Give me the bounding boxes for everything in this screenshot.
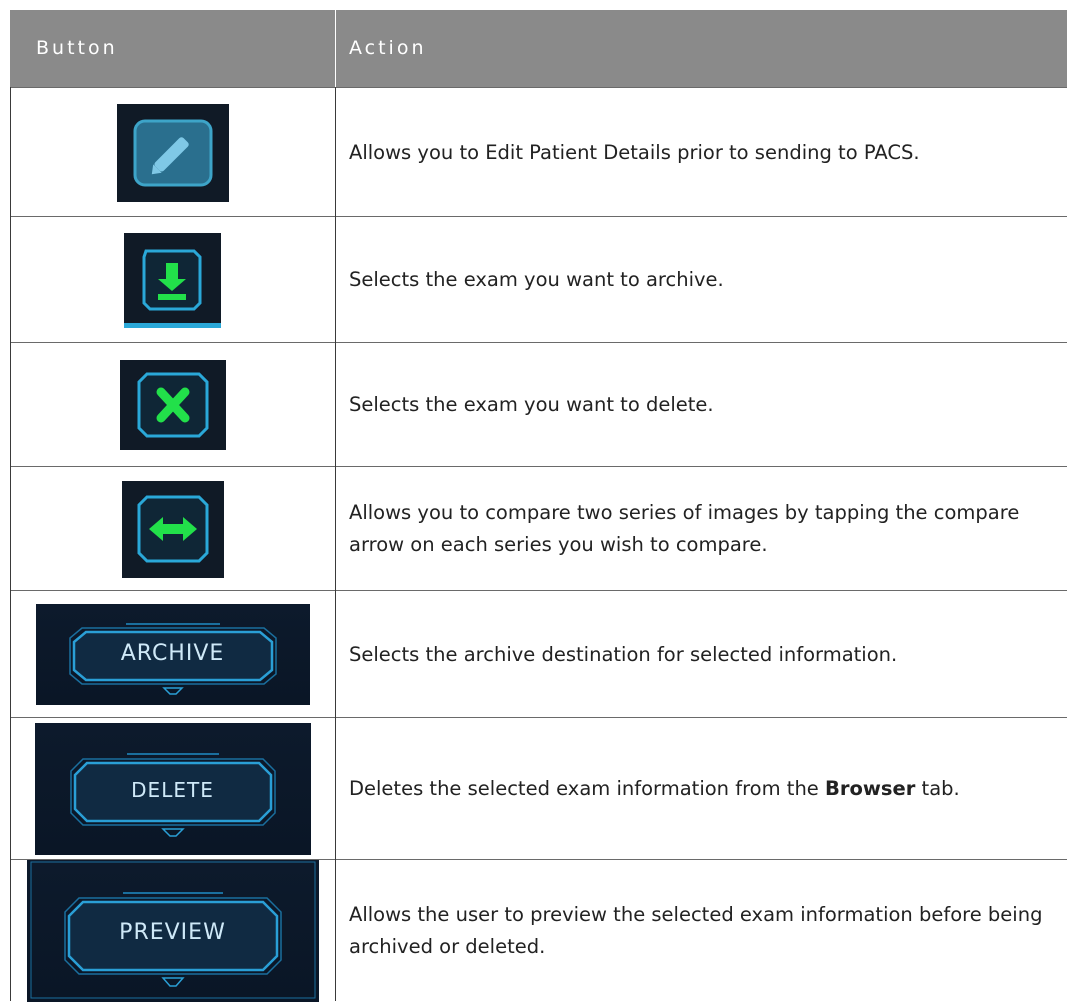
row-action-text: Selects the archive destination for sele… xyxy=(349,642,898,666)
archive-button-image: ARCHIVE xyxy=(35,604,310,705)
header-button: Button xyxy=(36,37,118,59)
row-action-text: Allows the user to preview the selected … xyxy=(349,903,1043,958)
button-cell: ARCHIVE xyxy=(10,591,335,718)
delete-button-image: DELETE xyxy=(34,723,311,855)
header-action: Action xyxy=(349,37,427,59)
button-cell: DELETE xyxy=(10,718,335,860)
column-divider xyxy=(335,87,336,1001)
preview-button-label: PREVIEW xyxy=(119,920,226,945)
button-cell xyxy=(10,467,335,591)
table-left-border xyxy=(10,87,11,1001)
button-cell: PREVIEW xyxy=(10,860,335,1002)
table-row: Selects the exam you want to archive. xyxy=(10,216,1067,343)
table-row: Allows you to compare two series of imag… xyxy=(10,466,1067,591)
button-action-table: Button Action Allows you to Edit Patient… xyxy=(10,10,1067,1002)
archive-button-label: ARCHIVE xyxy=(120,641,225,666)
edit-pencil-icon xyxy=(116,103,229,202)
preview-button-image: PREVIEW xyxy=(26,860,319,1002)
table-row: ARCHIVE Selects the archive destination … xyxy=(10,590,1067,718)
row-action-text: Allows you to compare two series of imag… xyxy=(349,501,1020,556)
table-row: Selects the exam you want to delete. xyxy=(10,342,1067,467)
header-divider xyxy=(335,10,336,87)
compare-arrows-icon xyxy=(121,480,224,578)
button-cell xyxy=(10,217,335,343)
row-action-text: Allows you to Edit Patient Details prior… xyxy=(349,140,920,164)
table-row: DELETE Deletes the selected exam informa… xyxy=(10,717,1067,860)
table-row: Allows you to Edit Patient Details prior… xyxy=(10,87,1067,217)
table-row: PREVIEW Allows the user to preview the s… xyxy=(10,859,1067,1002)
delete-button-label: DELETE xyxy=(131,778,214,802)
row-action-text: Selects the exam you want to archive. xyxy=(349,268,724,291)
delete-x-icon xyxy=(119,360,226,450)
row-action-text: Selects the exam you want to delete. xyxy=(349,393,714,416)
archive-download-icon xyxy=(124,232,221,328)
browser-tab-bold: Browser xyxy=(825,777,916,800)
button-cell xyxy=(10,343,335,467)
table-header: Button Action xyxy=(10,10,1067,87)
button-cell xyxy=(10,88,335,217)
row-action-text: Deletes the selected exam information fr… xyxy=(349,777,960,800)
